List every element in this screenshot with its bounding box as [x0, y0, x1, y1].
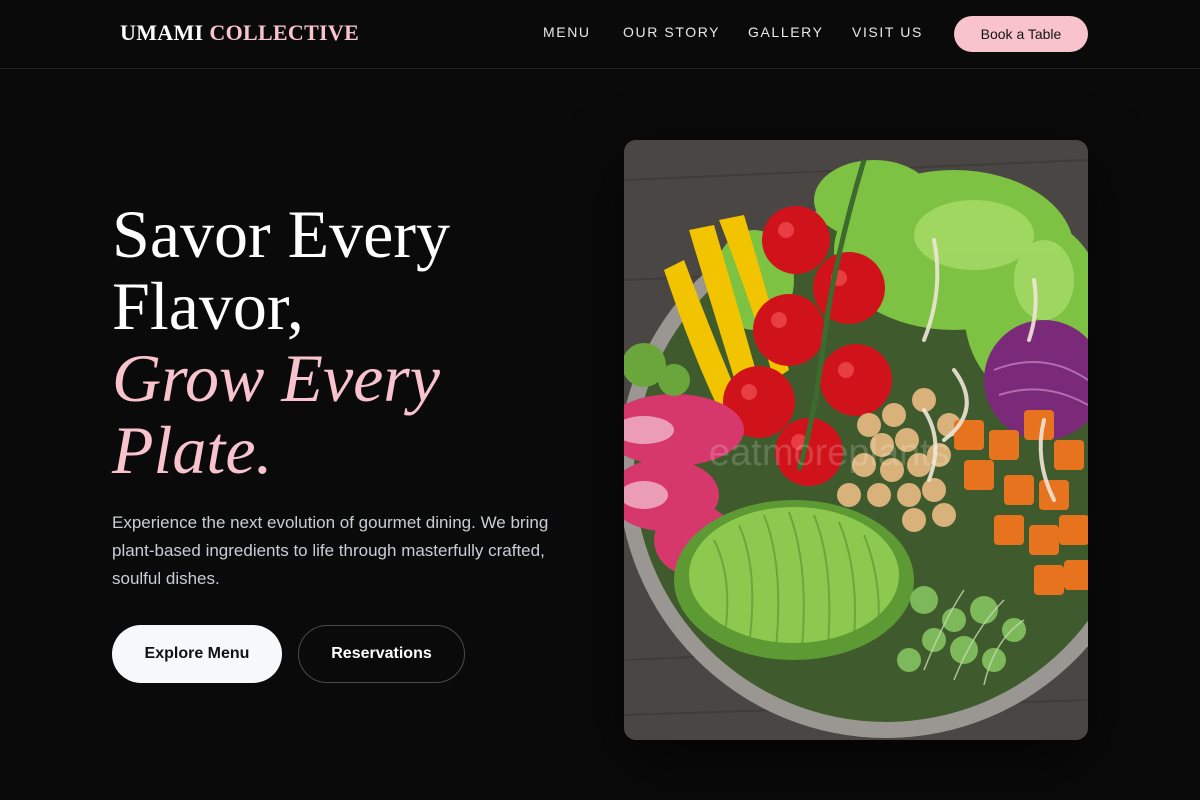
hero-title-accent-line-1: Grow Every	[112, 340, 440, 416]
hero-title-accent-line-2: Plate.	[112, 412, 273, 488]
reservations-button[interactable]: Reservations	[298, 625, 465, 683]
image-watermark: eatmoreplants	[709, 432, 950, 474]
brand-word-1: UMAMI	[120, 20, 204, 45]
hero-title: Savor Every Flavor, Grow Every Plate.	[112, 198, 582, 486]
book-table-button[interactable]: Book a Table	[954, 16, 1088, 52]
salad-bowl-illustration: eatmoreplants	[624, 140, 1088, 740]
brand-logo[interactable]: UMAMI COLLECTIVE	[120, 20, 359, 46]
nav-link-menu[interactable]: MENU	[543, 24, 591, 40]
brand-word-2: COLLECTIVE	[209, 20, 360, 45]
nav-link-our-story[interactable]: OUR STORY	[623, 24, 720, 40]
nav-link-gallery[interactable]: GALLERY	[748, 24, 824, 40]
hero-title-line-2: Flavor,	[112, 268, 304, 344]
hero-title-line-1: Savor Every	[112, 196, 451, 272]
explore-menu-button[interactable]: Explore Menu	[112, 625, 282, 683]
nav-link-visit-us[interactable]: VISIT US	[852, 24, 923, 40]
hero-description: Experience the next evolution of gourmet…	[112, 513, 549, 588]
hero-food-image: eatmoreplants	[624, 140, 1088, 740]
top-nav: UMAMI COLLECTIVE MENU OUR STORY GALLERY V…	[0, 0, 1200, 69]
